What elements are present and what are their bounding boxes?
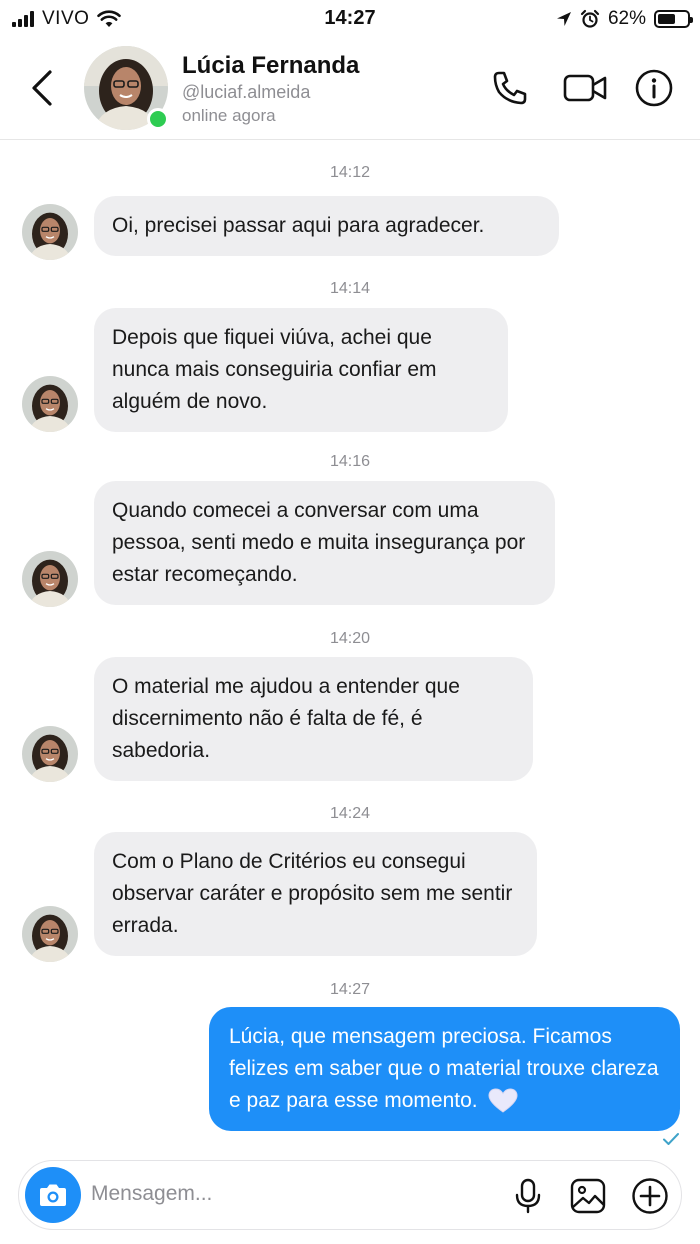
incoming-message[interactable]: Com o Plano de Critérios eu consegui obs… (94, 832, 537, 956)
alarm-clock-icon (580, 9, 600, 28)
online-indicator (147, 108, 169, 130)
message-timestamp: 14:12 (329, 164, 371, 181)
location-arrow-icon (556, 12, 571, 26)
status-bar: VIVO 14:27 62% (0, 0, 700, 38)
message-timestamp: 14:27 (329, 981, 371, 998)
sender-avatar (22, 204, 78, 260)
sender-avatar (22, 906, 78, 962)
outgoing-message[interactable]: Lúcia, que mensagem preciosa. Ficamos fe… (209, 1007, 680, 1131)
incoming-message[interactable]: Depois que fiquei viúva, achei que nunca… (94, 308, 508, 432)
incoming-message[interactable]: O material me ajudou a entender que disc… (94, 657, 533, 781)
contact-handle: @luciaf.almeida (182, 82, 311, 102)
sender-avatar (22, 726, 78, 782)
chat-header: Lúcia Fernanda @luciaf.almeida online ag… (0, 38, 700, 140)
message-input[interactable]: Mensagem... (91, 1182, 212, 1206)
info-icon[interactable] (634, 68, 674, 108)
camera-button[interactable] (25, 1167, 81, 1223)
incoming-message[interactable]: Oi, precisei passar aqui para agradecer. (94, 196, 559, 256)
plus-icon[interactable] (631, 1177, 669, 1215)
message-list[interactable]: 14:12 Oi, precisei passar aqui para agra… (0, 140, 700, 1150)
contact-name[interactable]: Lúcia Fernanda (182, 52, 359, 80)
message-timestamp: 14:24 (329, 805, 371, 822)
microphone-icon[interactable] (509, 1177, 547, 1215)
message-timestamp: 14:16 (329, 453, 371, 470)
message-composer: Mensagem... (18, 1160, 682, 1230)
phone-icon[interactable] (490, 68, 530, 108)
white-heart-icon (488, 1088, 518, 1114)
status-right: 62% (556, 8, 693, 30)
gallery-icon[interactable] (569, 1177, 607, 1215)
sender-avatar (22, 376, 78, 432)
message-timestamp: 14:20 (329, 630, 371, 647)
incoming-message[interactable]: Quando comecei a conversar com uma pesso… (94, 481, 555, 605)
outgoing-message-text: Lúcia, que mensagem preciosa. Ficamos fe… (229, 1025, 659, 1112)
read-checkmark-icon (663, 1133, 679, 1145)
camera-icon (40, 1184, 66, 1206)
video-camera-icon[interactable] (562, 68, 608, 108)
message-timestamp: 14:14 (329, 280, 371, 297)
contact-status: online agora (182, 106, 276, 125)
battery-percent: 62% (607, 8, 646, 29)
sender-avatar (22, 551, 78, 607)
battery-level-fill (658, 14, 676, 24)
back-chevron-icon[interactable] (28, 68, 56, 108)
battery-icon (654, 10, 693, 28)
